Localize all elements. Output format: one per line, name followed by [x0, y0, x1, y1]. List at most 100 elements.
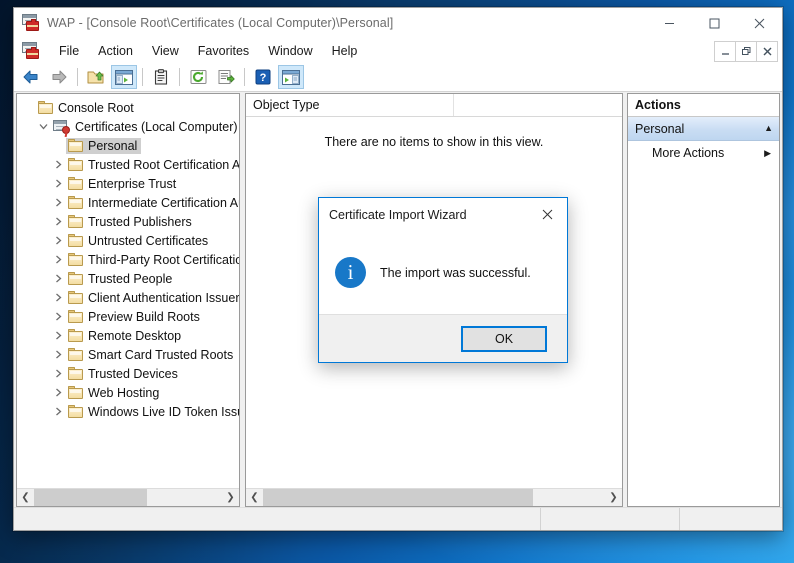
chevron-right-icon[interactable] [51, 288, 66, 307]
menu-item-favorites[interactable]: Favorites [189, 41, 258, 61]
chevron-right-icon[interactable] [51, 269, 66, 288]
chevron-right-icon[interactable] [51, 231, 66, 250]
help-button[interactable]: ? [250, 65, 276, 89]
minimize-button[interactable] [647, 8, 692, 38]
maximize-button[interactable] [692, 8, 737, 38]
tree-item-personal[interactable]: Personal [17, 136, 239, 155]
refresh-button[interactable] [185, 65, 211, 89]
chevron-right-icon[interactable] [51, 174, 66, 193]
chevron-right-icon[interactable] [51, 250, 66, 269]
forward-button[interactable] [46, 65, 72, 89]
tree-scroll-left-button[interactable]: ❮ [17, 489, 34, 506]
result-horizontal-scrollbar[interactable]: ❮ ❯ [246, 488, 622, 506]
tree-item-label: Smart Card Trusted Roots [88, 347, 234, 362]
tree-item-windows-live-id-token-issue[interactable]: Windows Live ID Token Issue [17, 402, 239, 421]
mdi-close-button[interactable] [756, 41, 778, 62]
mdi-minimize-button[interactable] [714, 41, 736, 62]
result-scroll-track[interactable] [263, 489, 605, 506]
properties-button[interactable] [148, 65, 174, 89]
action-item-label: More Actions [652, 146, 725, 160]
result-scroll-right-button[interactable]: ❯ [605, 489, 622, 506]
tree-item-intermediate-certification-au[interactable]: Intermediate Certification Au [17, 193, 239, 212]
tree-item-trusted-devices[interactable]: Trusted Devices [17, 364, 239, 383]
tree-item-trusted-publishers[interactable]: Trusted Publishers [17, 212, 239, 231]
result-scroll-left-button[interactable]: ❮ [246, 489, 263, 506]
folder-icon [68, 234, 83, 247]
actions-group-personal[interactable]: Personal ▲ [628, 117, 779, 141]
window-title: WAP - [Console Root\Certificates (Local … [47, 16, 394, 30]
menu-bar: File Action View Favorites Window Help [14, 38, 782, 63]
actions-list-area: More Actions ▶ [628, 141, 779, 506]
status-bar [14, 507, 782, 530]
result-scroll-thumb[interactable] [263, 489, 534, 506]
info-icon: i [335, 257, 366, 288]
window-controls [647, 8, 782, 38]
show-action-pane-button[interactable] [278, 65, 304, 89]
back-button[interactable] [18, 65, 44, 89]
tree-item-content: Trusted Devices [66, 366, 182, 382]
certificates-snapin-icon [53, 119, 70, 134]
column-object-type[interactable]: Object Type [246, 94, 454, 116]
tree-item-trusted-people[interactable]: Trusted People [17, 269, 239, 288]
tree-item-content: Web Hosting [66, 385, 163, 401]
tree-item-label: Personal [88, 138, 138, 153]
folder-icon [68, 291, 83, 304]
chevron-right-icon[interactable] [51, 383, 66, 402]
menu-item-window[interactable]: Window [259, 41, 321, 61]
tree-item-label: Trusted Devices [88, 366, 178, 381]
tree-item-smart-card-trusted-roots[interactable]: Smart Card Trusted Roots [17, 345, 239, 364]
menu-item-view[interactable]: View [143, 41, 188, 61]
tree-item-trusted-root-certification-au[interactable]: Trusted Root Certification Au [17, 155, 239, 174]
chevron-right-icon[interactable] [51, 402, 66, 421]
tree-item-enterprise-trust[interactable]: Enterprise Trust [17, 174, 239, 193]
tree-item-label: Third-Party Root Certification [88, 252, 239, 267]
chevron-down-icon[interactable] [36, 117, 51, 136]
dialog-message: The import was successful. [380, 265, 531, 280]
mdi-restore-button[interactable] [735, 41, 757, 62]
tree-scroll-thumb[interactable] [34, 489, 147, 506]
dialog-footer: OK [319, 314, 567, 362]
dialog-close-button[interactable] [527, 199, 567, 230]
mmc-console-window: WAP - [Console Root\Certificates (Local … [13, 7, 783, 531]
tree-item-certificates-local-computer[interactable]: Certificates (Local Computer) [17, 117, 239, 136]
chevron-right-icon[interactable] [51, 364, 66, 383]
tree-item-client-authentication-issuers[interactable]: Client Authentication Issuers [17, 288, 239, 307]
tree-scroll-track[interactable] [34, 489, 222, 506]
action-item-more-actions[interactable]: More Actions ▶ [628, 141, 779, 165]
folder-icon [68, 196, 83, 209]
up-one-level-button[interactable] [83, 65, 109, 89]
tree-item-console-root[interactable]: Console Root [17, 98, 239, 117]
chevron-right-icon[interactable] [51, 326, 66, 345]
tree-item-web-hosting[interactable]: Web Hosting [17, 383, 239, 402]
status-cell-2 [541, 508, 680, 530]
chevron-right-icon[interactable] [51, 345, 66, 364]
tree-item-content: Trusted Publishers [66, 214, 196, 230]
tree-item-untrusted-certificates[interactable]: Untrusted Certificates [17, 231, 239, 250]
tree-item-third-party-root-certification[interactable]: Third-Party Root Certification [17, 250, 239, 269]
tree-item-label: Windows Live ID Token Issue [88, 404, 239, 419]
menu-item-action[interactable]: Action [89, 41, 142, 61]
tree-scroll-right-button[interactable]: ❯ [222, 489, 239, 506]
chevron-right-icon[interactable] [51, 155, 66, 174]
ok-button[interactable]: OK [461, 325, 547, 352]
toolbar-separator-3 [179, 68, 180, 86]
chevron-right-icon[interactable] [51, 307, 66, 326]
tree-item-label: Trusted Publishers [88, 214, 192, 229]
tree-horizontal-scrollbar[interactable]: ❮ ❯ [17, 488, 239, 506]
show-console-tree-button[interactable] [111, 65, 137, 89]
chevron-up-icon[interactable]: ▲ [764, 124, 773, 133]
export-list-button[interactable] [213, 65, 239, 89]
close-button[interactable] [737, 8, 782, 38]
tree-item-preview-build-roots[interactable]: Preview Build Roots [17, 307, 239, 326]
tree-item-label: Console Root [58, 100, 134, 115]
tree-item-content: Preview Build Roots [66, 309, 204, 325]
chevron-right-icon[interactable] [51, 212, 66, 231]
tree-item-remote-desktop[interactable]: Remote Desktop [17, 326, 239, 345]
toolbar: ? [14, 63, 782, 92]
tree-item-label: Trusted Root Certification Au [88, 157, 239, 172]
menu-item-file[interactable]: File [50, 41, 88, 61]
menu-item-help[interactable]: Help [323, 41, 367, 61]
mdi-window-controls [714, 41, 778, 62]
tree-item-label: Untrusted Certificates [88, 233, 209, 248]
chevron-right-icon[interactable] [51, 193, 66, 212]
